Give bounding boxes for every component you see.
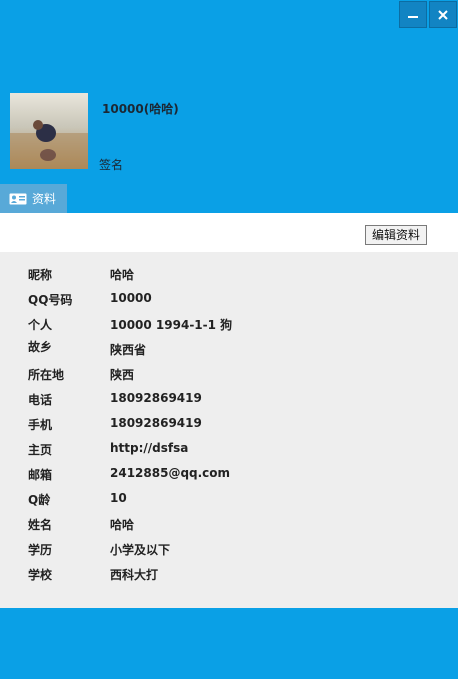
detail-row-email: 邮箱 2412885@qq.com <box>0 466 458 486</box>
tab-profile[interactable]: 资料 <box>0 184 67 213</box>
detail-label: 邮箱 <box>28 468 53 482</box>
tab-profile-label: 资料 <box>32 192 57 206</box>
avatar-photo <box>10 93 88 169</box>
detail-row-school: 学校 西科大打 <box>0 566 458 586</box>
avatar[interactable] <box>10 93 88 169</box>
contact-card-icon <box>9 193 27 204</box>
detail-value: 陕西 <box>110 368 135 382</box>
detail-label: 手机 <box>28 418 53 432</box>
detail-label: 个人 <box>28 318 53 332</box>
detail-label: 姓名 <box>28 518 53 532</box>
detail-row-mobile: 手机 18092869419 <box>0 416 458 436</box>
detail-label: Q龄 <box>28 493 51 507</box>
detail-value: 10 <box>110 491 127 505</box>
detail-row-personal: 个人 10000 1994-1-1 狗 <box>0 316 458 336</box>
detail-row-q-age: Q龄 10 <box>0 491 458 511</box>
detail-row-phone: 电话 18092869419 <box>0 391 458 411</box>
detail-value: 10000 1994-1-1 狗 <box>110 318 233 332</box>
minimize-icon <box>408 15 418 18</box>
detail-value: 哈哈 <box>110 518 135 532</box>
detail-label: 故乡 <box>28 340 53 354</box>
detail-row-name: 姓名 哈哈 <box>0 516 458 536</box>
detail-row-nickname: 昵称 哈哈 <box>0 266 458 286</box>
edit-profile-button[interactable]: 编辑资料 <box>365 225 428 245</box>
detail-row-location: 所在地 陕西 <box>0 366 458 386</box>
detail-value: 小学及以下 <box>110 543 171 557</box>
details-panel: 昵称 哈哈 QQ号码 10000 个人 10000 1994-1-1 狗 故乡 … <box>0 252 458 608</box>
minimize-button[interactable] <box>399 1 427 28</box>
detail-value: 10000 <box>110 291 152 305</box>
detail-label: QQ号码 <box>28 293 73 307</box>
nickname-label: 10000(哈哈) <box>102 102 179 116</box>
detail-value: http://dsfsa <box>110 441 189 455</box>
detail-label: 学校 <box>28 568 53 582</box>
detail-row-hometown: 故乡 陕西省 <box>0 338 458 358</box>
detail-value: 哈哈 <box>110 268 135 282</box>
detail-label: 学历 <box>28 543 53 557</box>
detail-row-homepage: 主页 http://dsfsa <box>0 441 458 461</box>
detail-value: 18092869419 <box>110 416 202 430</box>
close-icon <box>438 9 448 20</box>
detail-label: 主页 <box>28 443 53 457</box>
close-button[interactable] <box>429 1 457 28</box>
detail-row-qq-number: QQ号码 10000 <box>0 291 458 311</box>
detail-label: 所在地 <box>28 368 65 382</box>
detail-row-education: 学历 小学及以下 <box>0 541 458 561</box>
detail-value: 2412885@qq.com <box>110 466 231 480</box>
detail-label: 昵称 <box>28 268 53 282</box>
detail-value: 陕西省 <box>110 343 147 357</box>
detail-value: 18092869419 <box>110 391 202 405</box>
detail-value: 西科大打 <box>110 568 159 582</box>
signature-text[interactable]: 签名 <box>99 156 123 173</box>
toolbar: 编辑资料 <box>0 213 458 252</box>
detail-label: 电话 <box>28 393 53 407</box>
